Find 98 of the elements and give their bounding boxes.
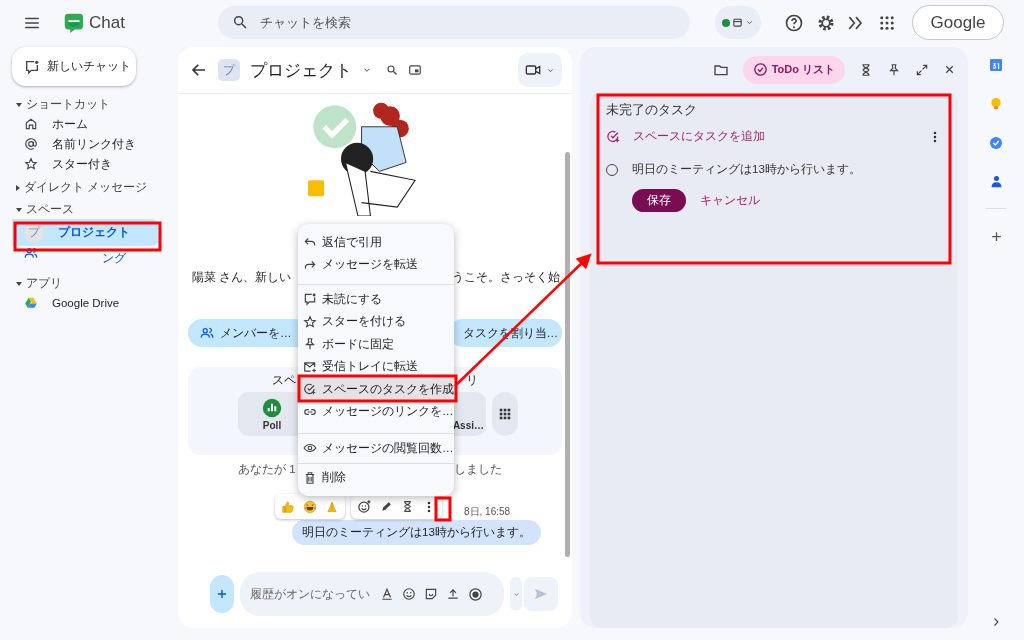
pin-icon bbox=[887, 62, 901, 77]
hourglass-icon[interactable] bbox=[401, 500, 414, 513]
check-circle-icon bbox=[988, 135, 1004, 151]
system-message: あなたが 1 bbox=[238, 462, 296, 477]
sidebar-item[interactable]: Google Drive bbox=[12, 293, 162, 313]
help-button[interactable] bbox=[784, 12, 804, 33]
check-circle-plus-icon bbox=[303, 382, 317, 397]
sticker-icon bbox=[424, 587, 438, 601]
message-time: 8日, 16:58 bbox=[464, 505, 511, 519]
menu-item[interactable]: 返信で引用 bbox=[298, 231, 454, 254]
chevron-icon bbox=[745, 18, 754, 27]
space-title[interactable]: プロジェクト bbox=[250, 58, 352, 82]
star-icon bbox=[24, 157, 38, 171]
triangle-logo-icon bbox=[24, 296, 38, 310]
at-sign-icon bbox=[24, 137, 38, 151]
menu-item[interactable]: メッセージの閲覧回数… bbox=[298, 437, 454, 460]
chevron-icon bbox=[512, 590, 520, 598]
message-bubble: 明日のミーティングは13時から行います。 bbox=[292, 520, 541, 545]
add-task-button[interactable]: スペースにタスクを追加 bbox=[606, 129, 765, 144]
star-icon bbox=[303, 314, 317, 329]
chat-badge-icon bbox=[303, 292, 317, 307]
pin-icon bbox=[303, 337, 317, 352]
check-circle-plus-icon bbox=[606, 129, 621, 144]
calendar-icon bbox=[732, 17, 743, 28]
grid-icon bbox=[498, 407, 512, 421]
close-icon bbox=[943, 63, 956, 76]
back-arrow-icon bbox=[190, 61, 208, 79]
card-title: スペ bbox=[272, 373, 296, 388]
home-icon bbox=[24, 117, 38, 131]
expand-button[interactable] bbox=[915, 62, 929, 77]
new-chat-button[interactable]: 新しいチャット bbox=[12, 47, 136, 86]
status-button[interactable] bbox=[715, 6, 761, 39]
add-emoji-icon[interactable] bbox=[357, 499, 372, 514]
search-icon bbox=[386, 64, 398, 76]
sidebar-item[interactable]: スター付き bbox=[12, 154, 162, 174]
search-field[interactable]: チャットを検索 bbox=[218, 6, 690, 39]
grid-icon bbox=[878, 13, 896, 32]
space-avatar: プ bbox=[218, 59, 240, 81]
section-title: アプリ bbox=[26, 275, 62, 292]
chat-bubble-logo-icon bbox=[62, 11, 84, 34]
calendar-button[interactable] bbox=[988, 57, 1004, 73]
smiley-icon bbox=[402, 587, 416, 601]
todo-tab[interactable]: ToDo リスト bbox=[742, 55, 845, 84]
lightbulb-icon bbox=[988, 96, 1004, 112]
search-button[interactable] bbox=[386, 64, 398, 76]
app-name: Chat bbox=[89, 12, 125, 33]
task-text[interactable]: 明日のミーティングは13時から行います。 bbox=[632, 162, 861, 177]
annotation-box bbox=[434, 496, 452, 522]
expand-icon bbox=[915, 62, 929, 77]
tasks-button[interactable] bbox=[988, 135, 1004, 151]
add-button[interactable] bbox=[210, 575, 234, 613]
menu-item[interactable]: 受信トレイに転送 bbox=[298, 355, 454, 378]
thumbs-up-icon[interactable] bbox=[281, 499, 295, 514]
bar-chart-circle-icon bbox=[262, 397, 282, 418]
picture-in-picture-icon bbox=[408, 63, 422, 77]
menu-item[interactable]: スペースのタスクを作成 bbox=[298, 378, 454, 401]
envelope-plus-icon bbox=[303, 359, 317, 374]
check-circle-icon bbox=[752, 62, 768, 77]
upload-icon bbox=[446, 587, 460, 601]
sidebar-item[interactable]: 名前リンク付き bbox=[12, 134, 162, 154]
trash-icon bbox=[303, 470, 317, 485]
menu-item[interactable]: 未読にする bbox=[298, 288, 454, 311]
sidebar-item[interactable]: ング bbox=[12, 246, 162, 270]
new-chat-icon bbox=[24, 58, 40, 75]
help-icon bbox=[784, 12, 804, 33]
menu-item[interactable]: メッセージを転送 bbox=[298, 253, 454, 276]
apps-button[interactable] bbox=[878, 13, 896, 32]
welcome-text: 陽菜 さん、新しい bbox=[192, 270, 292, 285]
system-message: しました bbox=[454, 462, 502, 477]
video-call-button[interactable] bbox=[518, 53, 562, 87]
close-button[interactable] bbox=[943, 63, 956, 76]
section-title: 未完了のタスク bbox=[606, 102, 698, 119]
card-title: リ bbox=[466, 373, 478, 388]
record-icon bbox=[468, 586, 483, 602]
people-icon bbox=[200, 326, 214, 340]
laughing-face-icon[interactable] bbox=[303, 499, 317, 514]
more-apps-button[interactable] bbox=[492, 392, 518, 436]
picture-in-picture-button[interactable] bbox=[408, 63, 422, 77]
sidebar-item[interactable]: ホーム bbox=[12, 114, 162, 134]
pin-button[interactable] bbox=[887, 62, 901, 77]
section-title: スペース bbox=[26, 201, 74, 218]
video-camera-icon bbox=[525, 62, 541, 78]
search-icon bbox=[232, 14, 248, 30]
section-title: ダイレクト メッセージ bbox=[24, 179, 148, 196]
section-title: ショートカット bbox=[26, 96, 110, 113]
back-button[interactable] bbox=[190, 61, 208, 79]
people-icon bbox=[24, 246, 38, 260]
welcome-text: うこそ。さっそく始 bbox=[452, 270, 560, 285]
cancel-button[interactable]: キャンセル bbox=[700, 193, 760, 208]
account-button[interactable]: Google bbox=[912, 5, 1004, 40]
pencil-icon[interactable] bbox=[380, 500, 393, 513]
send-icon bbox=[533, 586, 549, 602]
menu-item[interactable]: 削除 bbox=[298, 466, 454, 489]
save-button[interactable]: 保存 bbox=[632, 189, 686, 212]
message-input[interactable]: 履歴がオンになってい bbox=[250, 588, 372, 600]
calendar-icon bbox=[988, 57, 1004, 73]
text-format-icon bbox=[380, 587, 394, 601]
plus-icon bbox=[215, 587, 229, 601]
